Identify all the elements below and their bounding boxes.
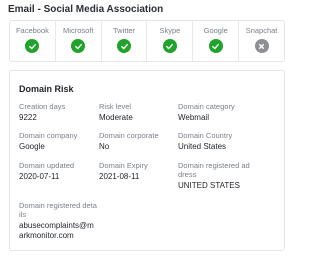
- field-value: Google: [19, 142, 45, 151]
- field-label: Domain company: [19, 131, 78, 140]
- field-value: UNITED STATES: [178, 181, 240, 190]
- field-label: Domain Expiry: [99, 161, 148, 170]
- field-label: Domain Country: [178, 131, 233, 140]
- section-title: Email - Social Media Association: [8, 4, 164, 15]
- field-value: United States: [178, 142, 227, 151]
- association-name: Twitter: [113, 26, 136, 35]
- field-risk-level: Risk level Moderate: [99, 102, 177, 123]
- field-domain-company: Domain company Google: [19, 131, 97, 152]
- field-label: Domain updated: [19, 161, 75, 170]
- field-domain-corporate: Domain corporate No: [99, 131, 177, 152]
- field-label: Domain corporate: [99, 131, 159, 140]
- field-value: 9222: [19, 113, 37, 122]
- field-domain-registered-address: Domain registered address UNITED STATES: [178, 161, 252, 191]
- domain-risk-title: Domain Risk: [19, 84, 74, 94]
- check-icon: [208, 39, 223, 53]
- association-name: Google: [203, 26, 228, 35]
- field-value: No: [99, 142, 110, 151]
- association-name: Microsoft: [63, 26, 94, 35]
- association-google: Google: [193, 21, 240, 61]
- field-value: Moderate: [99, 113, 133, 122]
- field-label: Domain registered address: [178, 161, 250, 179]
- field-domain-registered-details: Domain registered details abusecomplaint…: [19, 201, 97, 241]
- x-icon: [254, 39, 269, 53]
- association-snapchat: Snapchat: [239, 21, 284, 61]
- field-value: 2020-07-11: [19, 172, 60, 181]
- association-name: Facebook: [15, 26, 49, 35]
- field-creation-days: Creation days 9222: [19, 102, 97, 123]
- association-name: Snapchat: [245, 26, 278, 35]
- social-association-row: Facebook Microsoft Twitter Skype Google …: [9, 20, 285, 62]
- domain-risk-card: Domain Risk Creation days 9222 Risk leve…: [9, 70, 285, 251]
- check-icon: [71, 39, 86, 53]
- field-label: Domain registered details: [19, 201, 97, 219]
- association-facebook: Facebook: [10, 21, 56, 61]
- field-label: Risk level: [99, 102, 132, 111]
- field-domain-expiry: Domain Expiry 2021-08-11: [99, 161, 177, 182]
- field-value: abusecomplaints@markmonitor.com: [19, 221, 94, 240]
- association-twitter: Twitter: [102, 21, 148, 61]
- association-skype: Skype: [147, 21, 194, 61]
- association-microsoft: Microsoft: [56, 21, 102, 61]
- check-icon: [162, 39, 177, 53]
- field-label: Domain category: [178, 102, 235, 111]
- field-domain-country: Domain Country United States: [178, 131, 256, 152]
- field-label: Creation days: [19, 102, 66, 111]
- field-domain-updated: Domain updated 2020-07-11: [19, 161, 97, 182]
- check-icon: [25, 39, 40, 53]
- check-icon: [117, 39, 132, 53]
- field-value: 2021-08-11: [99, 172, 140, 181]
- association-name: Skype: [159, 26, 181, 35]
- field-value: Webmail: [178, 113, 209, 122]
- field-domain-category: Domain category Webmail: [178, 102, 256, 123]
